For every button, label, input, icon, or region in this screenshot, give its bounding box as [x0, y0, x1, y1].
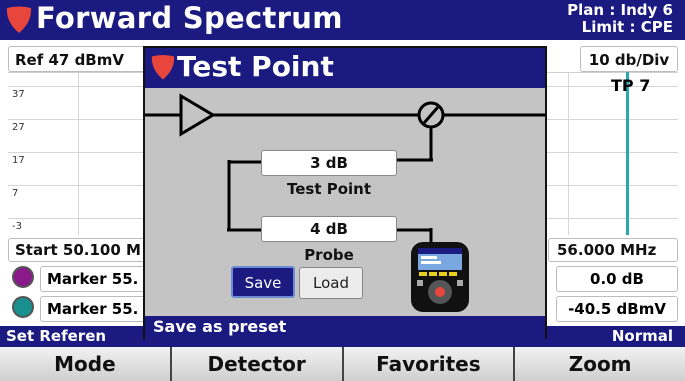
save-button[interactable]: Save: [231, 266, 295, 298]
meter-device-icon: [411, 242, 469, 312]
dialog-footer: Save as preset: [145, 316, 545, 339]
title-bar: Forward Spectrum Plan : Indy 6 Limit : C…: [0, 0, 685, 40]
detector-softkey[interactable]: Detector: [171, 347, 342, 381]
marker-2-label[interactable]: Marker 55.: [40, 296, 148, 322]
mode-softkey[interactable]: Mode: [0, 347, 170, 381]
probe-label: Probe: [304, 246, 354, 264]
test-point-value-field[interactable]: 3 dB: [261, 150, 397, 176]
marker-1-label[interactable]: Marker 55.: [40, 266, 148, 292]
test-point-label: Test Point: [286, 180, 372, 198]
page-title: Forward Spectrum: [36, 1, 343, 35]
marker-1-dot-icon[interactable]: [12, 266, 34, 288]
test-point-dialog: Test Point 3 dB Test Point 4 dB Probe Sa…: [143, 46, 547, 339]
favorites-softkey[interactable]: Favorites: [343, 347, 514, 381]
status-action-text: Set Referen: [6, 327, 107, 345]
marker-1-value[interactable]: 0.0 dB: [556, 266, 678, 292]
shield-logo-icon: [6, 6, 32, 33]
y-axis-label: 27: [12, 122, 25, 133]
softkey-bar: Mode Detector Favorites Zoom: [0, 347, 685, 381]
dialog-title: Test Point: [177, 50, 334, 83]
probe-value-field[interactable]: 4 dB: [261, 216, 397, 242]
y-axis-label: 17: [12, 155, 25, 166]
dialog-title-bar: Test Point: [145, 48, 545, 88]
plan-text: Plan : Indy 6: [567, 1, 673, 19]
grid-vline: [568, 73, 569, 235]
amplifier-icon: [179, 93, 216, 137]
marker-2-dot-icon[interactable]: [12, 296, 34, 318]
ref-level-box[interactable]: Ref 47 dBmV: [8, 46, 148, 72]
test-point-diagram: 3 dB Test Point 4 dB Probe Save Load: [145, 88, 545, 316]
grid-vline: [78, 73, 79, 235]
plan-limit-info: Plan : Indy 6 Limit : CPE: [567, 2, 673, 36]
test-point-line: [626, 72, 629, 235]
y-axis-label: 7: [12, 188, 19, 199]
stop-frequency-box[interactable]: 56.000 MHz: [548, 238, 678, 262]
y-axis-label: -3: [12, 221, 22, 232]
zoom-softkey[interactable]: Zoom: [515, 347, 685, 381]
load-button[interactable]: Load: [299, 267, 363, 299]
limit-text: Limit : CPE: [581, 18, 673, 36]
marker-2-value[interactable]: -40.5 dBmV: [556, 296, 678, 322]
start-frequency-box[interactable]: Start 50.100 M: [8, 238, 148, 262]
test-point-label: TP 7: [611, 76, 651, 95]
y-axis-label: 37: [12, 89, 25, 100]
status-mode-text: Normal: [611, 327, 673, 345]
shield-logo-icon: [151, 55, 175, 80]
scale-box[interactable]: 10 db/Div: [580, 46, 678, 72]
